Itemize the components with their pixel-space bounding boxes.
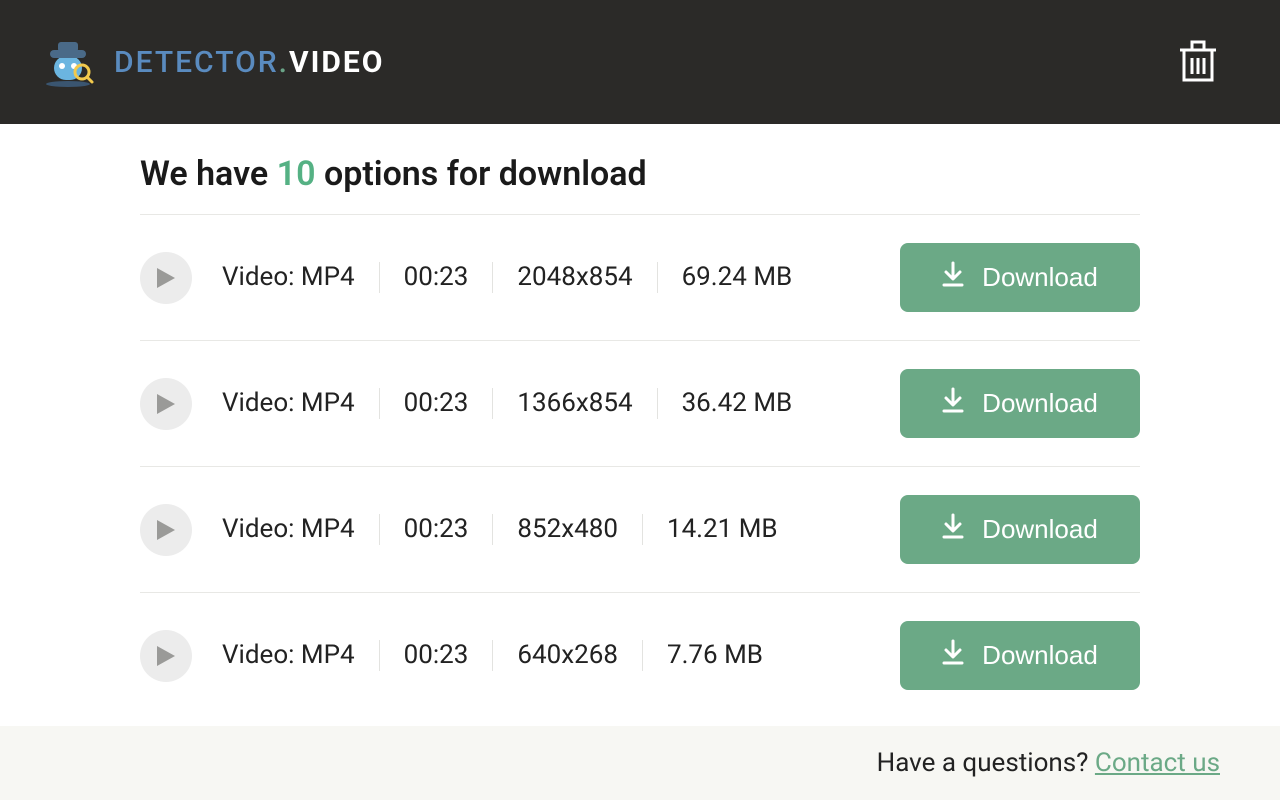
download-option-row: Video: MP400:23852x48014.21 MB Download: [140, 466, 1140, 592]
heading-prefix: We have: [140, 154, 277, 194]
download-option-row: Video: MP400:23640x2687.76 MB Download: [140, 592, 1140, 718]
download-label: Download: [982, 388, 1098, 419]
play-button[interactable]: [140, 630, 192, 682]
brand-dot: .: [279, 45, 289, 80]
contact-us-link[interactable]: Contact us: [1095, 748, 1220, 778]
duration-cell: 00:23: [379, 514, 493, 545]
download-icon: [942, 387, 964, 420]
resolution-cell: 640x268: [492, 640, 642, 671]
play-icon: [157, 268, 175, 288]
download-label: Download: [982, 640, 1098, 671]
format-cell: Video: MP4: [222, 640, 379, 671]
size-cell: 36.42 MB: [657, 388, 817, 419]
duration-cell: 00:23: [379, 640, 493, 671]
play-button[interactable]: [140, 378, 192, 430]
format-cell: Video: MP4: [222, 262, 379, 293]
play-button[interactable]: [140, 252, 192, 304]
main-content: We have 10 options for download Video: M…: [0, 124, 1280, 726]
duration-cell: 00:23: [379, 388, 493, 419]
format-cell: Video: MP4: [222, 514, 379, 545]
resolution-cell: 852x480: [492, 514, 642, 545]
footer-question: Have a questions?: [877, 748, 1095, 778]
download-option-row: Video: MP400:232048x85469.24 MB Download: [140, 214, 1140, 340]
resolution-cell: 2048x854: [492, 262, 656, 293]
download-button[interactable]: Download: [900, 495, 1140, 564]
trash-icon[interactable]: [1176, 36, 1220, 88]
download-options-list: Video: MP400:232048x85469.24 MBDownloadV…: [140, 214, 1140, 718]
download-button[interactable]: Download: [900, 369, 1140, 438]
size-cell: 69.24 MB: [657, 262, 817, 293]
heading-count: 10: [277, 154, 316, 194]
brand-part2: VIDEO: [289, 45, 384, 80]
row-cells: Video: MP400:232048x85469.24 MB: [222, 262, 900, 293]
download-icon: [942, 261, 964, 294]
duration-cell: 00:23: [379, 262, 493, 293]
size-cell: 14.21 MB: [642, 514, 802, 545]
logo-text: DETECTOR.VIDEO: [114, 45, 384, 80]
download-button[interactable]: Download: [900, 243, 1140, 312]
play-icon: [157, 394, 175, 414]
heading-suffix: options for download: [316, 154, 647, 194]
row-cells: Video: MP400:231366x85436.42 MB: [222, 388, 900, 419]
brand-part1: DETECTOR: [114, 45, 279, 80]
resolution-cell: 1366x854: [492, 388, 656, 419]
footer: Have a questions? Contact us: [0, 726, 1280, 800]
row-cells: Video: MP400:23640x2687.76 MB: [222, 640, 900, 671]
download-option-row: Video: MP400:231366x85436.42 MB Download: [140, 340, 1140, 466]
play-icon: [157, 646, 175, 666]
play-icon: [157, 520, 175, 540]
format-cell: Video: MP4: [222, 388, 379, 419]
row-cells: Video: MP400:23852x48014.21 MB: [222, 514, 900, 545]
logo[interactable]: DETECTOR.VIDEO: [40, 32, 384, 92]
page-heading: We have 10 options for download: [140, 154, 1140, 194]
download-icon: [942, 513, 964, 546]
download-button[interactable]: Download: [900, 621, 1140, 690]
download-icon: [942, 639, 964, 672]
detective-mascot-icon: [40, 32, 96, 92]
download-label: Download: [982, 262, 1098, 293]
size-cell: 7.76 MB: [642, 640, 787, 671]
download-label: Download: [982, 514, 1098, 545]
app-header: DETECTOR.VIDEO: [0, 0, 1280, 124]
play-button[interactable]: [140, 504, 192, 556]
